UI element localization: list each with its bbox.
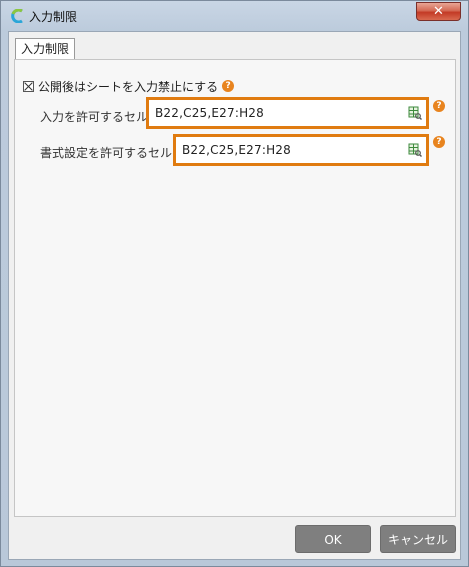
lock-sheet-checkbox[interactable] (23, 80, 34, 92)
help-icon[interactable]: ? (433, 136, 445, 148)
close-icon: ✕ (433, 4, 444, 19)
format-allowed-field[interactable]: B22,C25,E27:H28 (173, 134, 429, 166)
tab-label: 入力制限 (20, 42, 69, 56)
lock-sheet-label: 公開後はシートを入力禁止にする (38, 79, 219, 94)
help-icon[interactable]: ? (433, 100, 445, 112)
app-logo-icon (11, 9, 23, 23)
format-allowed-label: 書式設定を許可するセル (40, 146, 173, 160)
range-picker-icon[interactable] (408, 143, 422, 157)
window-title: 入力制限 (29, 10, 78, 24)
tab-input-restriction[interactable]: 入力制限 (15, 38, 75, 60)
ok-button[interactable]: OK (295, 525, 371, 553)
title-bar[interactable]: 入力制限 ✕ (1, 1, 468, 31)
dialog-client-area: 入力制限 公開後はシートを入力禁止にする ? 入力を許可するセル B22,C25… (8, 31, 461, 560)
help-icon[interactable]: ? (222, 80, 235, 92)
input-allowed-value: B22,C25,E27:H28 (155, 106, 264, 120)
input-allowed-label: 入力を許可するセル (40, 110, 149, 124)
cancel-button[interactable]: キャンセル (380, 525, 456, 553)
lock-sheet-option[interactable]: 公開後はシートを入力禁止にする ? (23, 78, 235, 94)
format-allowed-value: B22,C25,E27:H28 (182, 143, 291, 157)
dialog-window: 入力制限 ✕ 入力制限 公開後はシートを入力禁止にする ? 入力を許可するセル … (0, 0, 469, 567)
close-button[interactable]: ✕ (416, 2, 461, 21)
input-allowed-field[interactable]: B22,C25,E27:H28 (146, 97, 429, 129)
range-picker-icon[interactable] (408, 106, 422, 120)
